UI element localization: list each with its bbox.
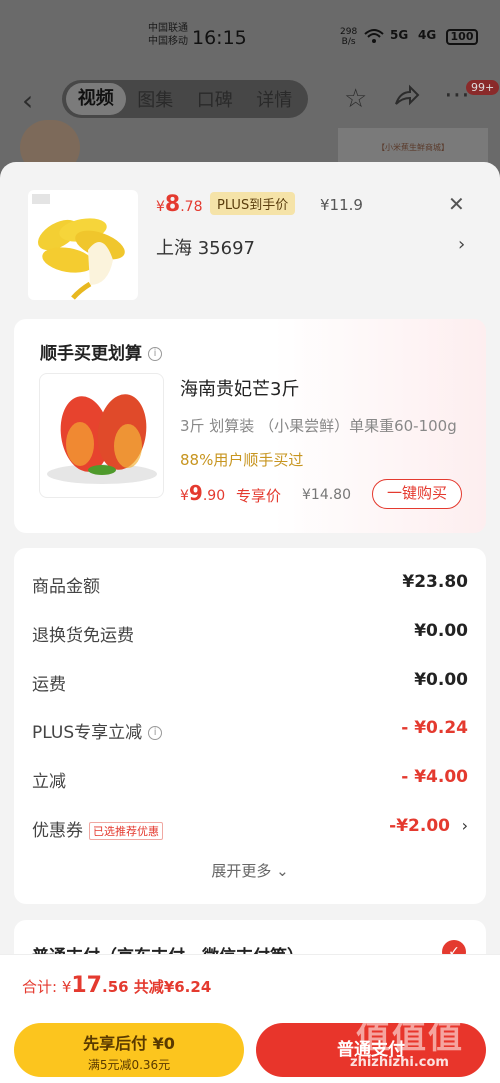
product-nav-bar: ‹ 视频 图集 口碑 详情 ☆ ⋯ <box>0 78 500 122</box>
product-header: ¥8.78 PLUS到手价 ¥11.9 ✕ 上海 35697 › <box>0 162 500 312</box>
upsell-title-text: 顺手买更划算 <box>40 344 142 364</box>
cost-value: ¥0.00 <box>414 621 468 641</box>
signal-5g-icon: 5G <box>390 28 409 42</box>
plus-price-tag: PLUS到手价 <box>210 192 296 215</box>
watermark-text: zhizhizhi.com <box>350 1055 449 1070</box>
favorite-star-icon[interactable]: ☆ <box>344 84 367 114</box>
net-speed-unit: B/s <box>341 37 356 47</box>
cost-row-shipping: 运费 ¥0.00 <box>32 670 468 700</box>
mango-product-image[interactable] <box>39 373 164 498</box>
notification-badge: 99+ <box>466 80 500 95</box>
chevron-down-icon: ⌄ <box>276 862 289 880</box>
upsell-product-name[interactable]: 海南贵妃芒3斤 <box>180 375 299 401</box>
carrier-2: 中国移动 <box>148 36 188 47</box>
plus-discount-label: PLUS专享立减 <box>32 723 143 743</box>
cost-value: -¥2.00 <box>389 816 450 836</box>
back-icon[interactable]: ‹ <box>22 84 33 117</box>
banana-product-image <box>28 190 138 300</box>
pay-later-label: 先享后付 ¥0 <box>83 1034 175 1053</box>
background-card-text: 【小米蕉生鲜商城】 <box>377 143 449 152</box>
signal-4g-icon: 4G <box>418 28 437 42</box>
battery-icon: 100 <box>446 29 478 45</box>
cost-row-coupon[interactable]: 优惠券 已选推荐优惠 -¥2.00 › <box>32 816 468 846</box>
cost-breakdown-card: 商品金额 ¥23.80 退换货免运费 ¥0.00 运费 ¥0.00 PLUS专享… <box>14 548 486 904</box>
upsell-price-decimal: .90 <box>202 488 226 504</box>
original-price: ¥11.9 <box>320 196 363 214</box>
close-icon[interactable]: ✕ <box>448 192 465 216</box>
info-icon[interactable]: i <box>148 726 163 740</box>
price-currency: ¥ <box>156 199 165 215</box>
expand-more-link[interactable]: 展开更多 ⌄ <box>14 860 486 881</box>
clock: 16:15 <box>192 27 247 49</box>
cost-label: 优惠券 已选推荐优惠 <box>32 816 163 841</box>
tab-group: 视频 图集 口碑 详情 <box>62 80 308 118</box>
tab-reviews[interactable]: 口碑 <box>185 86 245 112</box>
chevron-right-icon[interactable]: › <box>458 234 465 255</box>
cost-value: ¥0.00 <box>414 670 468 690</box>
status-bar: 中国联通 中国移动 16:15 298 B/s 5G 4G 100 <box>0 0 500 70</box>
price-decimal: .78 <box>180 199 203 215</box>
tab-gallery[interactable]: 图集 <box>126 86 186 112</box>
checkout-footer: 合计: ¥17.56 共减¥6.24 先享后付 ¥0 满5元减0.36元 普通支… <box>0 954 500 1083</box>
cost-label: 运费 <box>32 675 66 695</box>
upsell-product-spec: 3斤 划算装 （小果尝鲜）单果重60-100g <box>180 417 457 435</box>
price-integer: 8 <box>164 192 181 217</box>
wifi-icon <box>364 28 384 47</box>
reduce-label: 共减 <box>128 978 164 996</box>
cost-label: PLUS专享立减 i <box>32 718 163 743</box>
net-speed-value: 298 <box>340 27 358 37</box>
coupon-recommended-tag: 已选推荐优惠 <box>89 822 163 840</box>
tab-details[interactable]: 详情 <box>245 86 305 112</box>
upsell-card: 顺手买更划算 i 海南贵妃芒3斤 3斤 划算装 （小果尝鲜）单果重60-100g … <box>14 319 486 533</box>
watermark-logo: 值值值 <box>356 1017 464 1057</box>
carrier-1: 中国联通 <box>148 23 188 34</box>
reduce-value: ¥6.24 <box>163 978 212 996</box>
checkout-sheet: ¥8.78 PLUS到手价 ¥11.9 ✕ 上海 35697 › 顺手买更划算 i… <box>0 162 500 1083</box>
cost-label: 退换货免运费 <box>32 626 134 646</box>
cost-value: ¥23.80 <box>402 572 468 592</box>
cost-row-instant-discount: 立减 - ¥4.00 <box>32 767 468 797</box>
upsell-original-price: ¥14.80 <box>302 487 351 503</box>
product-price: ¥8.78 <box>156 192 203 217</box>
chevron-right-icon[interactable]: › <box>462 816 468 835</box>
exclusive-price-label: 专享价 <box>236 487 282 505</box>
net-speed: 298 B/s <box>340 27 357 47</box>
tab-video[interactable]: 视频 <box>66 83 126 115</box>
cost-label: 商品金额 <box>32 577 100 597</box>
cost-row-subtotal: 商品金额 ¥23.80 <box>32 572 468 602</box>
expand-more-text: 展开更多 <box>211 862 272 880</box>
cost-value: - ¥0.24 <box>401 718 468 738</box>
total-currency: ¥ <box>61 978 72 996</box>
coupon-label: 优惠券 <box>32 821 83 841</box>
upsell-price-currency: ¥ <box>180 488 189 504</box>
carrier-info: 中国联通 中国移动 <box>148 22 188 48</box>
info-icon[interactable]: i <box>148 347 162 361</box>
pay-later-promo: 满5元减0.36元 <box>87 1058 171 1072</box>
upsell-buy-rate: 88%用户顺手买过 <box>180 451 304 469</box>
one-click-buy-button[interactable]: 一键购买 <box>372 479 462 509</box>
cost-row-return-shipping: 退换货免运费 ¥0.00 <box>32 621 468 651</box>
cost-value: - ¥4.00 <box>401 767 468 787</box>
cost-label: 立减 <box>32 772 66 792</box>
order-total: 合计: ¥17.56 共减¥6.24 <box>22 973 211 998</box>
total-decimal: .56 <box>102 978 129 996</box>
shipping-address[interactable]: 上海 35697 <box>156 234 255 260</box>
share-icon[interactable] <box>394 84 420 115</box>
total-integer: 17 <box>71 973 102 998</box>
upsell-price: ¥9.90 <box>180 481 225 505</box>
pay-later-button[interactable]: 先享后付 ¥0 满5元减0.36元 <box>14 1023 244 1077</box>
upsell-price-integer: 9 <box>188 481 203 505</box>
cost-row-plus-discount: PLUS专享立减 i - ¥0.24 <box>32 718 468 748</box>
total-label: 合计: <box>22 978 62 996</box>
upsell-title: 顺手买更划算 i <box>40 339 162 364</box>
